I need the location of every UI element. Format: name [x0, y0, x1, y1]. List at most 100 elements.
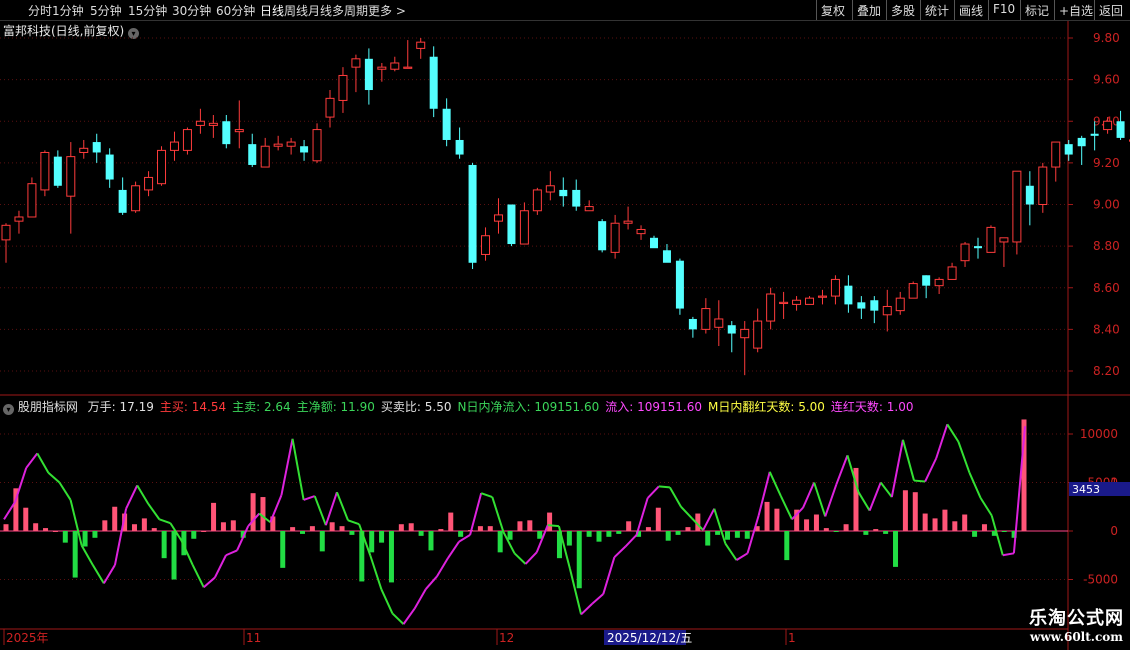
candle-body	[1038, 166, 1048, 206]
flow-line-segment	[524, 551, 538, 565]
candle-body	[999, 237, 1009, 243]
candle-body	[442, 108, 451, 140]
date-label: 11	[246, 631, 261, 645]
candle-body	[325, 97, 335, 118]
candle-body	[598, 221, 607, 251]
indicator-bar	[112, 506, 118, 531]
candle-body	[1051, 141, 1061, 168]
flow-line-segment	[280, 438, 294, 496]
candle-body	[779, 301, 789, 305]
candle-body	[507, 204, 516, 245]
candle-body	[727, 325, 736, 334]
indicator-value: N日内净流入: 109151.60	[457, 400, 600, 414]
candle-body	[364, 58, 373, 91]
indicator-bar	[813, 514, 819, 531]
indicator-bar	[23, 507, 29, 531]
flow-line-segment	[25, 452, 39, 469]
indicator-bar	[72, 531, 78, 578]
indicator-bar	[655, 507, 661, 531]
flow-line-segment	[491, 496, 505, 533]
candle-body	[559, 189, 568, 197]
candle-body	[131, 185, 141, 212]
candle-body	[572, 189, 581, 207]
watermark: 乐淘公式网 www.60lt.com	[1029, 604, 1124, 644]
chevron-down-icon[interactable]: ▾	[3, 404, 14, 415]
flow-line-segment	[269, 494, 283, 523]
indicator-bar	[141, 518, 147, 531]
indicator-bar	[349, 531, 355, 535]
indicator-bar	[952, 521, 958, 531]
indicator-bar	[883, 531, 889, 534]
flow-line-segment	[236, 525, 250, 551]
indicator-bar	[586, 531, 592, 537]
indicator-bar	[290, 527, 296, 531]
flow-line-segment	[979, 497, 993, 517]
indicator-bar	[942, 509, 948, 531]
indicator-bar	[685, 527, 691, 531]
flow-line-segment	[935, 423, 949, 459]
candle-body	[714, 318, 724, 328]
flow-line-segment	[347, 519, 360, 526]
flow-line-segment	[47, 472, 61, 484]
candle-body	[947, 266, 957, 280]
flow-line-segment	[835, 454, 849, 485]
candle-body	[1025, 185, 1034, 205]
flow-line-segment	[513, 552, 527, 565]
flow-line-segment	[303, 495, 316, 501]
flow-line-segment	[669, 486, 682, 508]
indicator-bar	[1001, 531, 1007, 532]
candle-body	[545, 185, 555, 193]
flow-line-segment	[813, 482, 827, 517]
candle-body	[416, 41, 426, 49]
flow-line-segment	[147, 503, 161, 520]
indicator-value: 流入: 109151.60	[605, 400, 702, 414]
flow-line-segment	[602, 556, 616, 595]
candle-body	[766, 293, 776, 322]
candle-body	[1090, 133, 1099, 136]
indicator-bar	[507, 531, 513, 540]
indicator-value: 连红天数: 1.00	[830, 400, 914, 414]
candle-body	[934, 278, 944, 287]
flow-line-segment	[658, 485, 670, 489]
candle-body	[610, 222, 620, 253]
indicator-bar	[62, 531, 68, 543]
indicator-value: 买卖比: 5.50	[380, 400, 452, 414]
candle-body	[1012, 170, 1022, 243]
indicator-bar	[527, 520, 533, 531]
candle-body	[882, 305, 892, 316]
candle-body	[895, 297, 905, 312]
candle-body	[844, 285, 853, 305]
price-tick-label: 8.60	[1093, 281, 1120, 295]
candle-body	[144, 176, 154, 191]
price-tick-label: 9.00	[1093, 198, 1120, 212]
flow-line-segment	[14, 467, 28, 503]
date-label: 1	[788, 631, 796, 645]
chart-canvas[interactable]: 9.809.609.409.209.008.808.608.408.201000…	[0, 0, 1130, 650]
indicator-bar	[319, 531, 325, 552]
date-tag: 2025/12/12/五	[607, 631, 692, 645]
indicator-bar	[369, 531, 375, 553]
indicator-value: 万手: 17.19	[87, 400, 154, 414]
indicator-bar	[972, 531, 978, 537]
flow-line-segment	[624, 534, 638, 548]
indicator-bar	[448, 512, 454, 531]
flow-line-segment	[646, 485, 660, 499]
price-tick-label: 9.20	[1093, 156, 1120, 170]
flow-line-segment	[824, 484, 838, 517]
indicator-bar	[497, 531, 503, 553]
candle-body	[40, 151, 50, 191]
indicator-bar	[3, 524, 9, 531]
date-label: 12	[499, 631, 514, 645]
flow-line-segment	[613, 545, 627, 558]
flow-line-segment	[480, 492, 493, 498]
indicator-bar	[962, 514, 968, 531]
indicator-bar	[863, 531, 869, 535]
indicator-bar	[92, 531, 98, 538]
candle-body	[481, 235, 491, 255]
candle-body	[105, 154, 114, 180]
candle-body	[740, 328, 750, 339]
indicator-name[interactable]: 股朋指标网	[18, 400, 78, 414]
price-tick-label: 9.60	[1093, 73, 1120, 87]
candle-body	[805, 297, 815, 305]
flow-line-segment	[901, 439, 915, 481]
